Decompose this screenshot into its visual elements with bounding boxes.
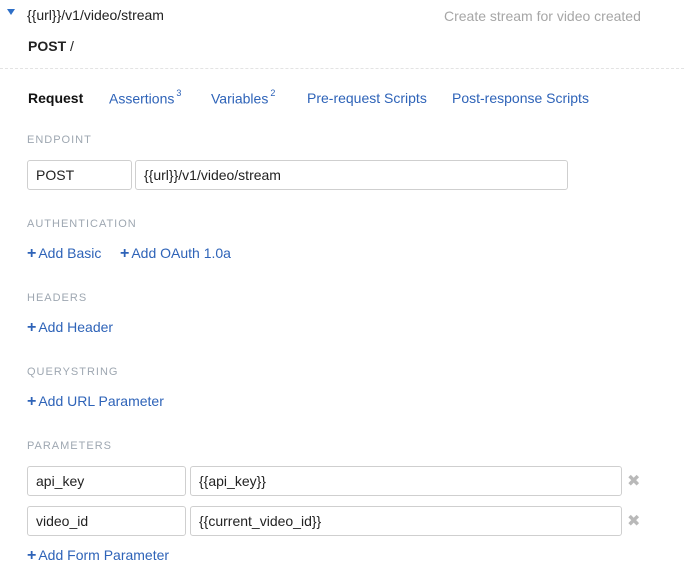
method-separator: / [70,38,74,54]
remove-parameter-icon[interactable]: ✖ [627,471,640,491]
parameters-section-label: PARAMETERS [27,440,112,452]
plus-icon: + [27,547,37,564]
plus-icon: + [27,319,37,336]
tab-request[interactable]: Request [28,90,83,106]
headers-section-label: HEADERS [27,292,88,304]
tab-assertions[interactable]: Assertions 3 [109,88,182,107]
add-url-parameter-link[interactable]: + Add URL Parameter [27,393,164,411]
collapse-caret-icon[interactable] [7,9,15,15]
request-description: Create stream for video created [444,8,641,24]
add-basic-auth-link[interactable]: + Add Basic [27,245,101,263]
method-select[interactable]: POST [27,160,132,190]
add-header-link[interactable]: + Add Header [27,319,113,337]
endpoint-url-input[interactable]: {{url}}/v1/video/stream [135,160,568,190]
request-header[interactable]: {{url}}/v1/video/stream Create stream fo… [0,0,684,34]
variables-count-badge: 2 [270,88,276,98]
endpoint-section-label: ENDPOINT [27,134,92,146]
remove-parameter-icon[interactable]: ✖ [627,511,640,531]
parameter-key-input[interactable]: video_id [27,506,186,536]
plus-icon: + [27,393,37,410]
tab-post-response-scripts[interactable]: Post-response Scripts [452,90,589,106]
parameter-value-input[interactable]: {{current_video_id}} [190,506,622,536]
parameter-key-input[interactable]: api_key [27,466,186,496]
tab-pre-request-scripts[interactable]: Pre-request Scripts [307,90,427,106]
assertions-count-badge: 3 [176,88,182,98]
add-form-parameter-link[interactable]: + Add Form Parameter [27,547,169,565]
authentication-section-label: AUTHENTICATION [27,218,137,230]
plus-icon: + [120,245,130,262]
method-label: POST [28,38,67,54]
querystring-section-label: QUERYSTRING [27,366,119,378]
parameter-value-input[interactable]: {{api_key}} [190,466,622,496]
plus-icon: + [27,245,37,262]
method-line: POST / [28,38,74,54]
add-oauth-link[interactable]: + Add OAuth 1.0a [120,245,231,263]
divider [0,68,684,69]
request-url-title: {{url}}/v1/video/stream [27,7,164,23]
tab-variables[interactable]: Variables 2 [211,88,276,107]
